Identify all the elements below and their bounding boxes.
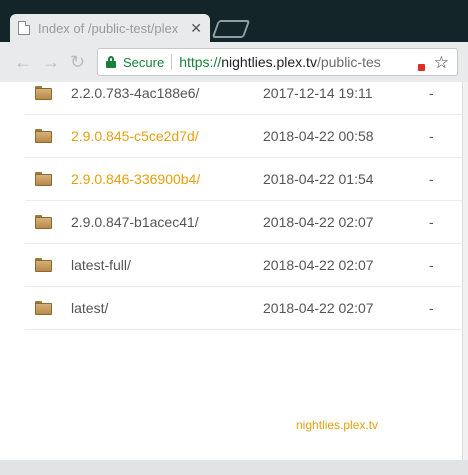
separator — [171, 54, 173, 70]
url-text[interactable]: https://nightlies.plex.tv/public-tes — [179, 54, 381, 70]
entry-date: 2018-04-22 00:58 — [263, 128, 374, 144]
entry-size: - — [429, 257, 434, 273]
folder-icon — [35, 258, 52, 272]
entry-size: - — [429, 300, 434, 316]
browser-window: Index of /public-test/plex ✕ ← → ↻ Secur… — [0, 0, 468, 475]
scrollbar[interactable] — [462, 82, 468, 460]
url-path: /public-tes — [316, 54, 381, 70]
reload-icon[interactable]: ↻ — [70, 52, 85, 72]
table-row[interactable]: 2.9.0.845-c5ce2d7d/2018-04-22 00:58 - — [25, 115, 462, 158]
bookmark-star-icon[interactable]: ☆ — [434, 53, 449, 73]
lock-icon — [106, 56, 116, 68]
secure-label: Secure — [123, 54, 165, 70]
close-tab-icon[interactable]: ✕ — [190, 20, 202, 37]
table-row[interactable]: 2.2.0.783-4ac188e6/2017-12-14 19:11 - — [25, 82, 462, 115]
entry-size: - — [429, 171, 434, 187]
entry-date: 2018-04-22 02:07 — [263, 257, 374, 273]
entry-name-link[interactable]: latest/ — [71, 300, 108, 316]
page-icon — [18, 21, 30, 35]
folder-icon — [35, 172, 52, 186]
extension-shield-icon[interactable] — [409, 56, 425, 71]
entry-date: 2018-04-22 01:54 — [263, 171, 374, 187]
folder-icon — [35, 86, 52, 100]
table-row[interactable]: 2.9.0.846-336900b4/2018-04-22 01:54 - — [25, 158, 462, 201]
entry-name-link[interactable]: 2.9.0.847-b1acec41/ — [71, 214, 199, 230]
new-tab-button[interactable] — [211, 20, 251, 38]
folder-icon — [35, 215, 52, 229]
entry-date: 2018-04-22 02:07 — [263, 300, 374, 316]
entry-name-link[interactable]: 2.9.0.846-336900b4/ — [71, 171, 200, 187]
entry-size: - — [429, 214, 434, 230]
footer-link[interactable]: nightlies.plex.tv — [296, 418, 378, 432]
entry-name-link[interactable]: 2.9.0.845-c5ce2d7d/ — [71, 128, 199, 144]
entry-size: - — [429, 85, 434, 101]
back-arrow-icon[interactable]: ← — [14, 52, 32, 72]
entry-size: - — [429, 128, 434, 144]
table-row[interactable]: latest-full/2018-04-22 02:07 - — [25, 244, 462, 287]
forward-arrow-icon[interactable]: → — [42, 52, 60, 72]
url-scheme: https:// — [179, 54, 222, 70]
entry-name-link[interactable]: latest-full/ — [71, 257, 131, 273]
tab-strip: Index of /public-test/plex ✕ — [0, 0, 468, 42]
entry-date: 2018-04-22 02:07 — [263, 214, 374, 230]
tab-active[interactable]: Index of /public-test/plex ✕ — [10, 14, 210, 42]
tab-title: Index of /public-test/plex — [38, 20, 179, 36]
window-bottom-frame — [0, 460, 468, 475]
folder-icon — [35, 129, 52, 143]
entry-name-link[interactable]: 2.2.0.783-4ac188e6/ — [71, 85, 199, 101]
table-row[interactable]: 2.9.0.847-b1acec41/2018-04-22 02:07 - — [25, 201, 462, 244]
entry-date: 2017-12-14 19:11 — [263, 85, 373, 101]
address-bar[interactable]: Secure https://nightlies.plex.tv/public-… — [97, 48, 458, 76]
page-content: 2.2.0.783-4ac188e6/2017-12-14 19:11-2.9.… — [0, 82, 462, 460]
table-row[interactable]: latest/2018-04-22 02:07 - — [25, 287, 462, 330]
folder-icon — [35, 301, 52, 315]
url-host: nightlies.plex.tv — [221, 54, 317, 70]
toolbar: ← → ↻ Secure https://nightlies.plex.tv/p… — [0, 42, 468, 82]
